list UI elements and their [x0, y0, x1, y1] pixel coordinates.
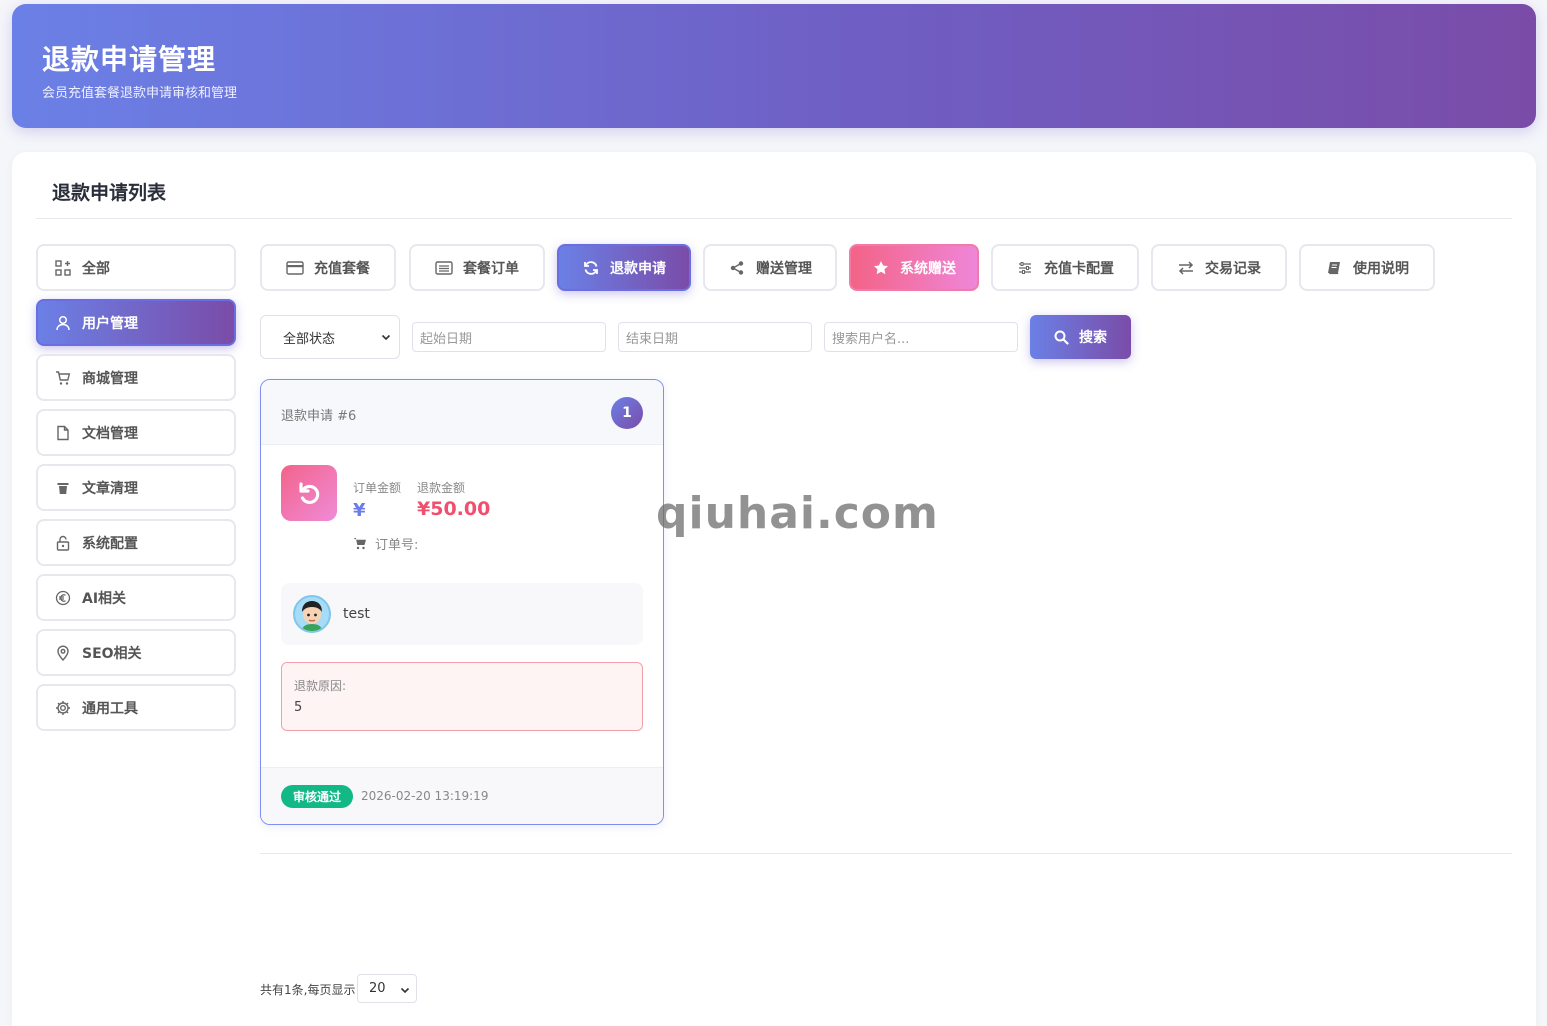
user-icon — [54, 314, 72, 332]
page-title: 退款申请管理 — [42, 43, 217, 76]
star-icon — [872, 259, 890, 277]
cart-icon — [353, 537, 367, 550]
sidebar-item-label: 文档管理 — [82, 425, 138, 442]
list-icon — [435, 259, 453, 277]
start-date-placeholder: 起始日期 — [420, 331, 473, 347]
page-header: 退款申请管理 会员充值套餐退款申请审核和管理 — [12, 4, 1536, 128]
sidebar-item-label: 用户管理 — [82, 315, 138, 332]
end-date-input[interactable]: 结束日期 — [618, 322, 812, 352]
refund-reason-value: 5 — [294, 700, 303, 715]
card-header: 退款申请 #6 1 — [261, 380, 663, 445]
card-title: 退款申请 #6 — [281, 409, 357, 424]
refund-undo-icon — [281, 465, 337, 521]
share-icon — [728, 259, 746, 277]
sliders-icon — [1016, 259, 1034, 277]
location-icon — [54, 644, 72, 662]
divider — [36, 218, 1512, 219]
sidebar-item-label: 全部 — [82, 260, 110, 277]
tab-label: 使用说明 — [1353, 260, 1409, 277]
refund-reason-label: 退款原因: — [294, 679, 347, 693]
tab-package-orders[interactable]: 套餐订单 — [409, 244, 545, 291]
panel-title: 退款申请列表 — [52, 182, 167, 204]
sidebar-item-label: 通用工具 — [82, 700, 138, 717]
sidebar-item-label: 系统配置 — [82, 535, 138, 552]
refund-card[interactable]: 退款申请 #6 1 订单金额 ¥ 退款金额 ¥50.00 订单号: test 退… — [260, 379, 664, 825]
order-amount-value: ¥ — [353, 500, 366, 521]
sidebar-item-label: 商城管理 — [82, 370, 138, 387]
card-icon — [286, 259, 304, 277]
main-panel: 退款申请列表 全部 用户管理 商城管理 文档管理 文章清理 系统配置 AI相关 … — [12, 152, 1536, 1026]
sidebar-item-user-management[interactable]: 用户管理 — [36, 299, 236, 346]
tab-label: 交易记录 — [1205, 260, 1261, 277]
sidebar-item-doc-management[interactable]: 文档管理 — [36, 409, 236, 456]
refund-amount-value: ¥50.00 — [417, 498, 491, 520]
tab-label: 套餐订单 — [463, 260, 519, 277]
tab-label: 充值套餐 — [314, 260, 370, 277]
request-time: 2026-02-20 13:19:19 — [361, 789, 489, 803]
start-date-input[interactable]: 起始日期 — [412, 322, 606, 352]
sidebar-item-system-config[interactable]: 系统配置 — [36, 519, 236, 566]
tab-usage-guide[interactable]: 使用说明 — [1299, 244, 1435, 291]
sidebar-item-shop-management[interactable]: 商城管理 — [36, 354, 236, 401]
tab-recharge-card-config[interactable]: 充值卡配置 — [991, 244, 1139, 291]
chevron-down-icon — [381, 331, 391, 346]
exchange-icon — [1177, 259, 1195, 277]
tab-refund-requests[interactable]: 退款申请 — [557, 244, 691, 291]
end-date-placeholder: 结束日期 — [626, 331, 679, 347]
page-subtitle: 会员充值套餐退款申请审核和管理 — [42, 86, 238, 101]
page-size-select[interactable]: 20 — [357, 974, 417, 1003]
order-number-label: 订单号: — [375, 538, 419, 553]
status-select-value: 全部状态 — [283, 331, 336, 347]
tab-transaction-records[interactable]: 交易记录 — [1151, 244, 1287, 291]
gear-icon — [54, 699, 72, 717]
username-search-input[interactable]: 搜索用户名... — [824, 322, 1018, 352]
tab-label: 充值卡配置 — [1044, 260, 1114, 277]
user-name: test — [343, 606, 370, 622]
refresh-icon — [582, 259, 600, 277]
card-index-badge: 1 — [611, 397, 643, 429]
status-badge: 审核通过 — [281, 785, 354, 808]
username-search-placeholder: 搜索用户名... — [832, 331, 910, 347]
book-icon — [1325, 259, 1343, 277]
sidebar-item-tools[interactable]: 通用工具 — [36, 684, 236, 731]
tab-label: 系统赠送 — [900, 260, 956, 277]
watermark: qiuhai.com — [656, 488, 939, 539]
lock-icon — [54, 534, 72, 552]
sidebar-item-ai[interactable]: AI相关 — [36, 574, 236, 621]
euro-icon — [54, 589, 72, 607]
tab-label: 赠送管理 — [756, 260, 812, 277]
sidebar-item-seo[interactable]: SEO相关 — [36, 629, 236, 676]
search-button[interactable]: 搜索 — [1030, 315, 1131, 359]
refund-amount-label: 退款金额 — [417, 481, 466, 495]
order-amount-label: 订单金额 — [353, 481, 402, 495]
chevron-down-icon — [400, 984, 410, 999]
sidebar-item-label: 文章清理 — [82, 480, 138, 497]
sidebar-item-label: AI相关 — [82, 590, 127, 607]
pagination-summary: 共有1条,每页显示 — [260, 983, 356, 997]
page-size-value: 20 — [369, 981, 386, 996]
avatar — [293, 595, 331, 633]
tab-recharge-packages[interactable]: 充值套餐 — [260, 244, 396, 291]
search-button-label: 搜索 — [1079, 330, 1107, 346]
search-icon — [1054, 330, 1069, 345]
file-icon — [54, 424, 72, 442]
tab-gift-management[interactable]: 赠送管理 — [703, 244, 837, 291]
grid-icon — [54, 259, 72, 277]
status-select[interactable]: 全部状态 — [260, 315, 400, 359]
trash-icon — [54, 479, 72, 497]
divider — [260, 853, 1512, 854]
refund-reason-box: 退款原因: 5 — [281, 662, 643, 731]
cart-icon — [54, 369, 72, 387]
sidebar-item-label: SEO相关 — [82, 645, 142, 662]
user-info: test — [281, 583, 643, 645]
tab-label: 退款申请 — [610, 260, 666, 277]
order-number: 订单号: — [353, 534, 418, 553]
sidebar-item-article-cleanup[interactable]: 文章清理 — [36, 464, 236, 511]
card-footer: 审核通过 2026-02-20 13:19:19 — [261, 767, 663, 824]
tab-system-gift[interactable]: 系统赠送 — [849, 244, 979, 291]
sidebar-item-all[interactable]: 全部 — [36, 244, 236, 291]
